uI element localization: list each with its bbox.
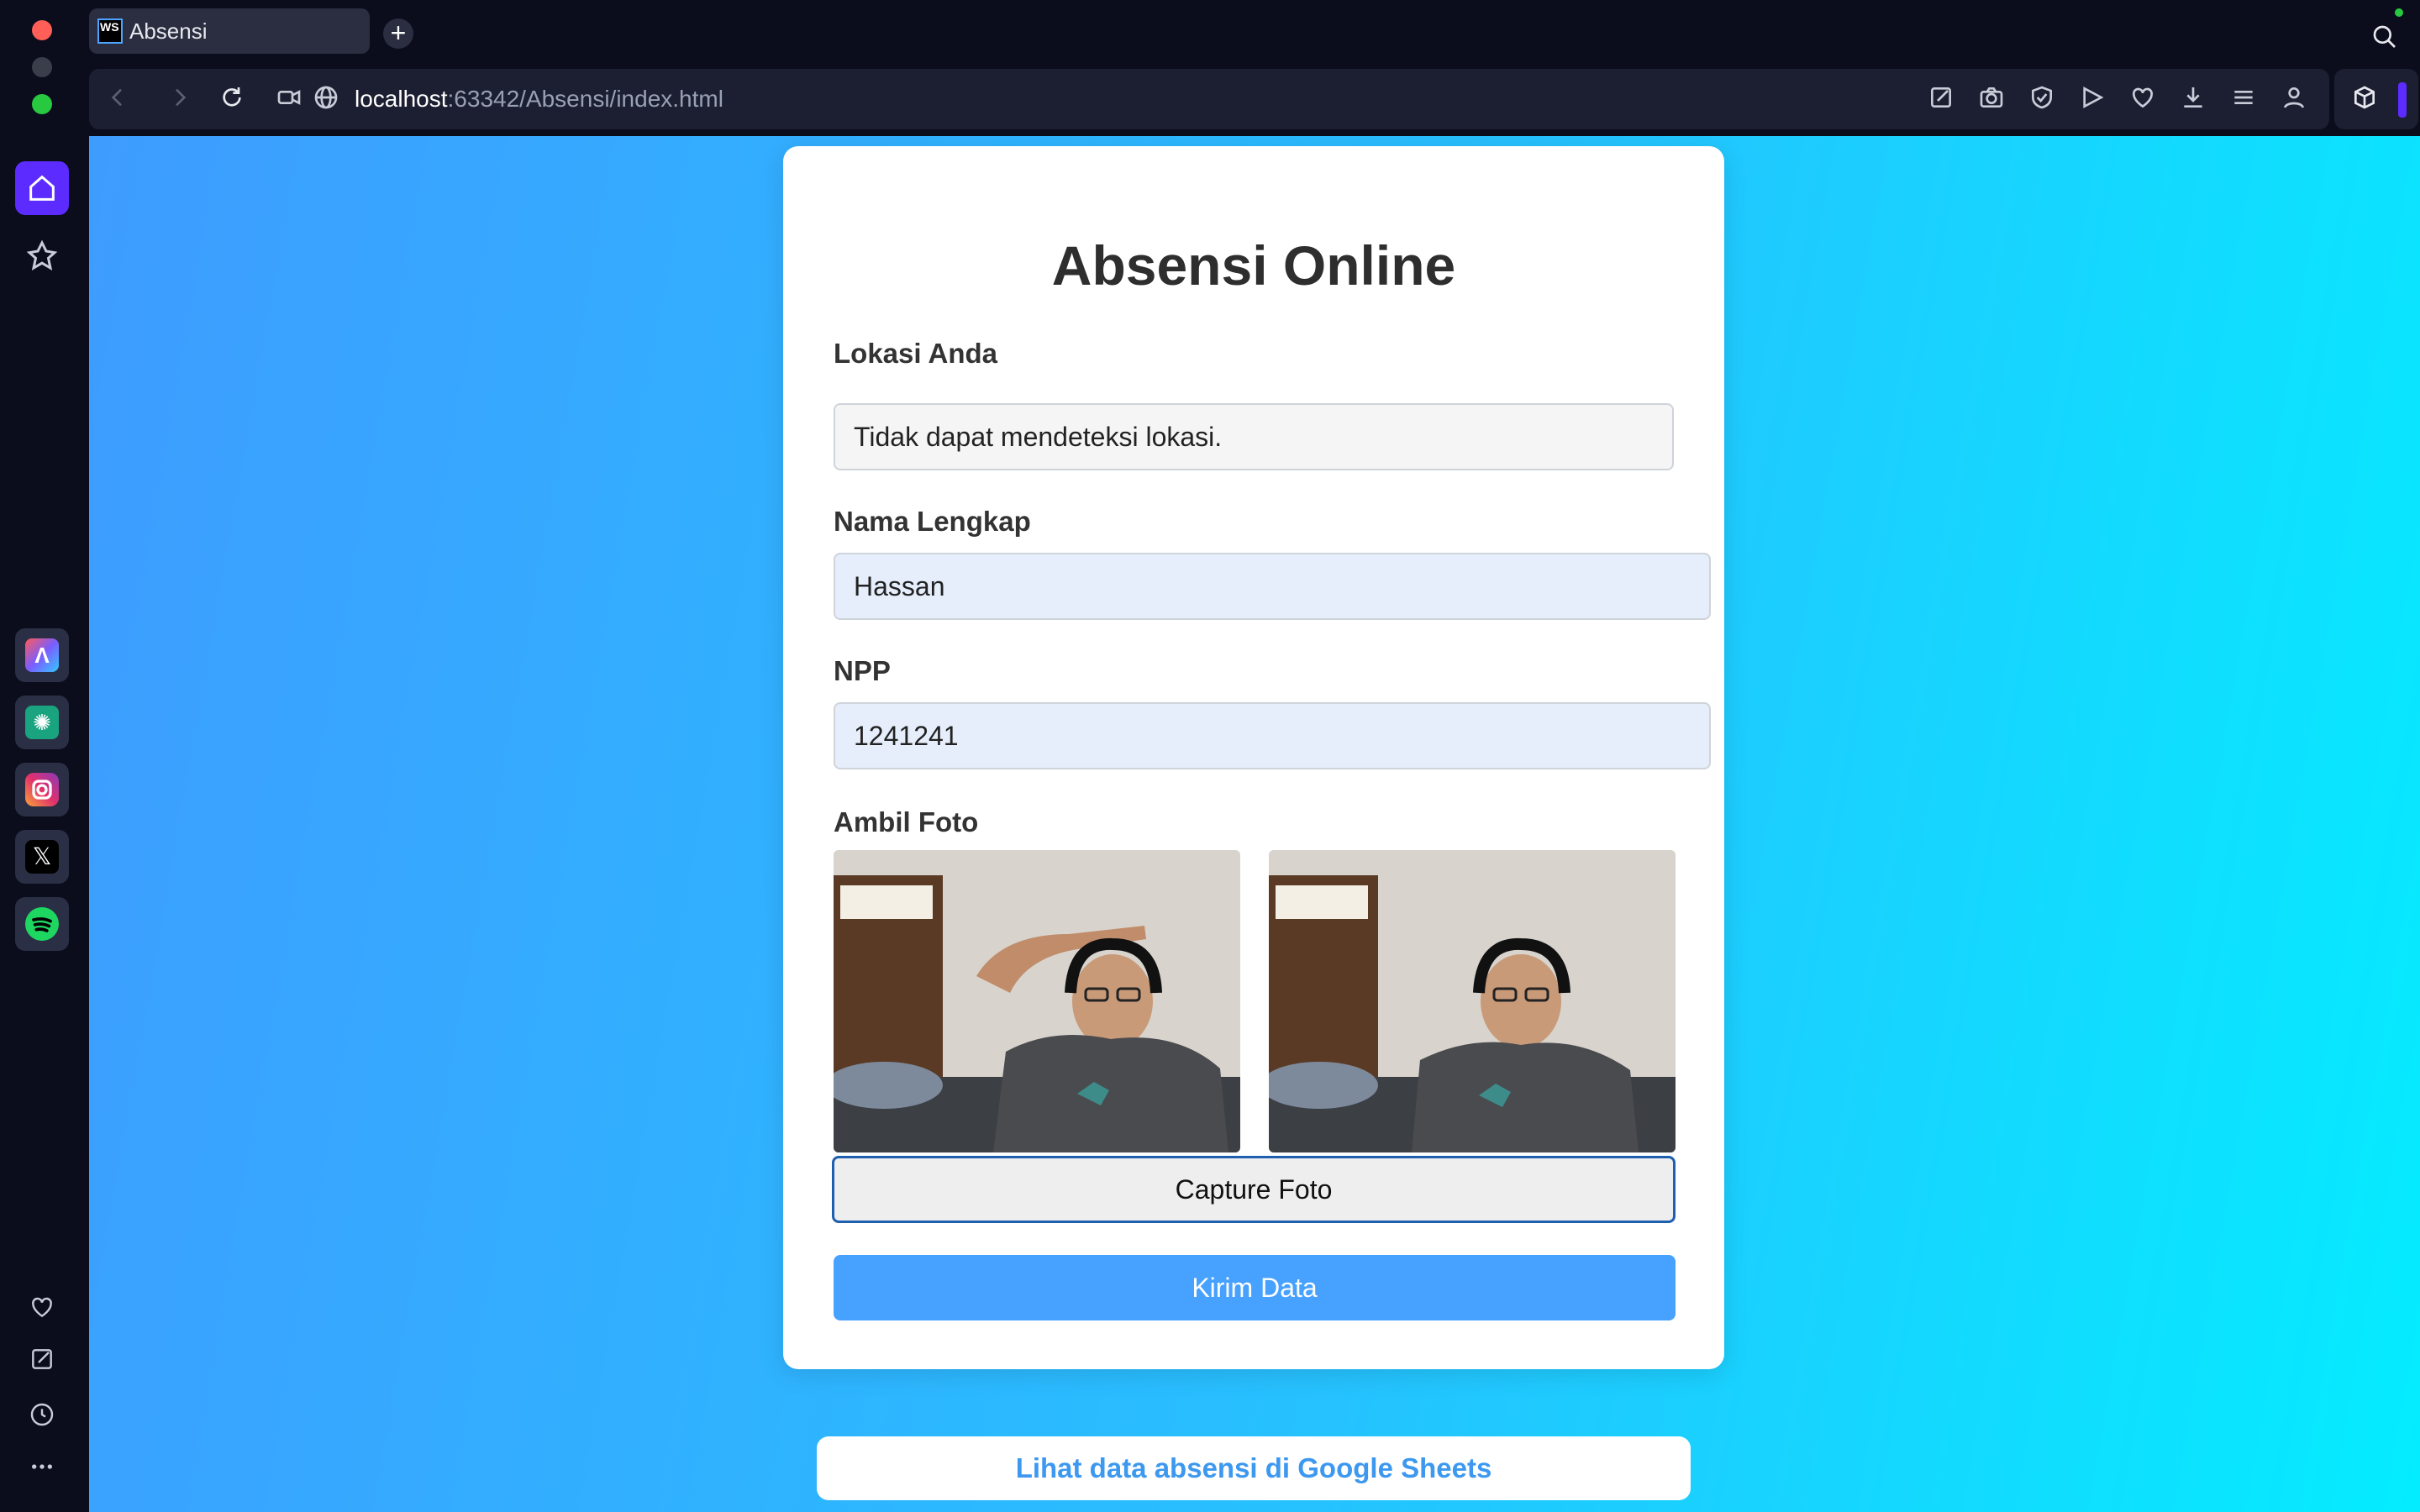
more-options-icon[interactable] [27,1453,57,1483]
name-input[interactable]: Hassan [834,553,1711,620]
attendance-form-card: Absensi Online Lokasi Anda Tidak dapat m… [783,146,1724,1369]
submit-button[interactable]: Kirim Data [834,1255,1676,1320]
forward-icon[interactable] [165,84,195,114]
download-icon[interactable] [2178,84,2208,114]
extensions-cube-icon[interactable] [2349,84,2380,114]
sidebar-toggle-indicator[interactable] [2398,82,2407,118]
minimize-window-button[interactable] [32,57,52,77]
capture-photo-button[interactable]: Capture Foto [832,1156,1676,1223]
star-icon[interactable] [15,228,69,282]
profile-icon[interactable] [2279,84,2309,114]
location-field: Tidak dapat mendeteksi lokasi. [834,403,1674,470]
maximize-window-button[interactable] [32,94,52,114]
close-window-button[interactable] [32,20,52,40]
new-tab-button[interactable]: + [383,18,413,49]
settings-sliders-icon[interactable] [2228,84,2259,114]
photo-label: Ambil Foto [834,806,979,837]
webcam-preview [834,850,1240,1152]
webstorm-favicon-icon: WS [97,18,123,44]
page-title: Absensi Online [1051,234,1456,297]
camera-permission-icon[interactable] [274,84,304,114]
google-sheets-link[interactable]: Lihat data absensi di Google Sheets [817,1436,1691,1500]
shield-icon[interactable] [2027,84,2057,114]
back-icon[interactable] [103,84,133,114]
npp-input[interactable]: 1241241 [834,702,1711,769]
chatgpt-app-icon[interactable]: ✺ [15,696,69,749]
search-icon[interactable] [2370,24,2400,54]
name-label: Nama Lengkap [834,506,1031,537]
npp-label: NPP [834,655,891,686]
send-icon[interactable] [2077,84,2107,114]
location-label: Lokasi Anda [834,338,997,369]
snapshot-camera-icon[interactable] [1976,84,2007,114]
history-clock-icon[interactable] [27,1401,57,1431]
reload-icon[interactable] [217,84,247,114]
instagram-app-icon[interactable] [15,763,69,816]
home-icon[interactable] [15,161,69,215]
aria-app-icon[interactable]: Λ [15,628,69,682]
pinboard-icon[interactable] [27,1346,57,1376]
edit-icon[interactable] [1926,84,1956,114]
favorites-heart-icon[interactable] [27,1294,57,1324]
tab-title: Absensi [129,18,208,44]
heart-icon[interactable] [2128,84,2158,114]
page-viewport: Absensi Online Lokasi Anda Tidak dapat m… [89,136,2420,1512]
x-app-icon[interactable]: 𝕏 [15,830,69,884]
spotify-app-icon[interactable] [15,897,69,951]
captured-photo [1269,850,1676,1152]
notification-dot-icon [2395,8,2403,17]
url-text[interactable]: localhost:63342/Absensi/index.html [355,86,723,113]
globe-icon[interactable] [311,84,341,114]
